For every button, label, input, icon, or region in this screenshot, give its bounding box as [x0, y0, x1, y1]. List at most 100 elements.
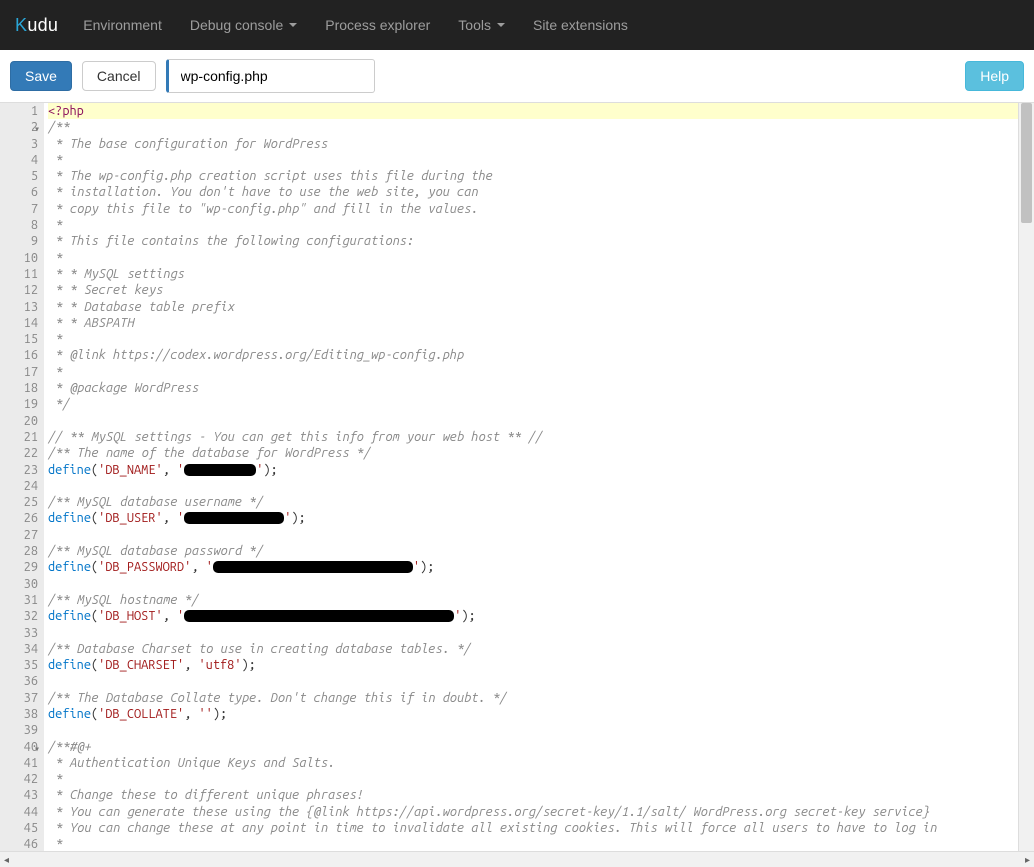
code-line[interactable]: * copy this file to "wp-config.php" and …	[48, 201, 1018, 217]
navbar: Kudu Environment Debug console Process e…	[0, 0, 1034, 50]
token-plain: );	[291, 511, 305, 525]
nav-site-extensions-label: Site extensions	[533, 17, 628, 33]
token-plain: ,	[163, 511, 177, 525]
save-button[interactable]: Save	[10, 61, 72, 91]
token-comment: * The base configuration for WordPress	[48, 137, 327, 151]
token-comment: /** Database Charset to use in creating …	[48, 642, 471, 656]
token-plain: ,	[163, 609, 177, 623]
nav-process-explorer[interactable]: Process explorer	[325, 17, 430, 33]
code-line[interactable]: // ** MySQL settings - You can get this …	[48, 429, 1018, 445]
code-line[interactable]	[48, 527, 1018, 543]
code-line[interactable]: * * Database table prefix	[48, 299, 1018, 315]
code-line[interactable]: * This file contains the following confi…	[48, 233, 1018, 249]
gutter-line: 7	[4, 201, 38, 217]
editor: 12▾3456789101112131415161718192021222324…	[0, 102, 1034, 867]
code-line[interactable]: *	[48, 364, 1018, 380]
code-line[interactable]: * @package WordPress	[48, 380, 1018, 396]
code-line[interactable]: * installation. You don't have to use th…	[48, 184, 1018, 200]
code-line[interactable]: * * ABSPATH	[48, 315, 1018, 331]
gutter-line: 22	[4, 445, 38, 461]
code-line[interactable]: * The base configuration for WordPress	[48, 136, 1018, 152]
code-line[interactable]: */	[48, 396, 1018, 412]
code-line[interactable]: * * Secret keys	[48, 282, 1018, 298]
horizontal-scrollbar[interactable]: ◂ ▸	[0, 851, 1034, 867]
gutter-line: 15	[4, 331, 38, 347]
code-line[interactable]: *	[48, 836, 1018, 851]
code-line[interactable]: *	[48, 217, 1018, 233]
chevron-down-icon	[497, 23, 505, 27]
token-string: 'DB_NAME'	[98, 463, 163, 477]
code-line[interactable]: define('DB_USER', '');	[48, 510, 1018, 526]
code-line[interactable]: <?php	[48, 103, 1018, 119]
code-line[interactable]: /**#@+	[48, 739, 1018, 755]
nav-debug-console[interactable]: Debug console	[190, 17, 297, 33]
code-area[interactable]: <?php/** * The base configuration for Wo…	[44, 103, 1018, 851]
code-line[interactable]: * Authentication Unique Keys and Salts.	[48, 755, 1018, 771]
code-line[interactable]: /** The name of the database for WordPre…	[48, 445, 1018, 461]
code-line[interactable]: * * MySQL settings	[48, 266, 1018, 282]
vertical-scrollbar[interactable]	[1018, 103, 1034, 851]
code-line[interactable]: /** Database Charset to use in creating …	[48, 641, 1018, 657]
code-line[interactable]: /** MySQL database password */	[48, 543, 1018, 559]
code-line[interactable]: * The wp-config.php creation script uses…	[48, 168, 1018, 184]
help-button[interactable]: Help	[965, 61, 1024, 91]
token-comment: *	[48, 772, 62, 786]
nav-tools[interactable]: Tools	[458, 17, 505, 33]
code-line[interactable]: /**	[48, 119, 1018, 135]
gutter-line: 39	[4, 722, 38, 738]
token-comment: /** The name of the database for WordPre…	[48, 446, 370, 460]
token-func: define	[48, 609, 91, 623]
editor-area[interactable]: 12▾3456789101112131415161718192021222324…	[0, 103, 1034, 851]
code-line[interactable]: *	[48, 250, 1018, 266]
token-comment: * Change these to different unique phras…	[48, 788, 363, 802]
code-line[interactable]: define('DB_PASSWORD', '');	[48, 559, 1018, 575]
token-func: define	[48, 560, 91, 574]
token-comment: *	[48, 251, 62, 265]
gutter-line: 3	[4, 136, 38, 152]
filename-input[interactable]	[166, 59, 375, 93]
brand-logo[interactable]: Kudu	[15, 15, 58, 36]
code-line[interactable]: * You can change these at any point in t…	[48, 820, 1018, 836]
nav-site-extensions[interactable]: Site extensions	[533, 17, 628, 33]
scroll-left-icon[interactable]: ◂	[4, 855, 9, 866]
code-line[interactable]: * You can generate these using the {@lin…	[48, 804, 1018, 820]
token-comment: * * MySQL settings	[48, 267, 184, 281]
gutter-line: 44	[4, 804, 38, 820]
code-line[interactable]	[48, 673, 1018, 689]
token-plain: );	[213, 707, 227, 721]
gutter-line: 45	[4, 820, 38, 836]
gutter-line: 33	[4, 625, 38, 641]
gutter-line: 25	[4, 494, 38, 510]
token-plain: ,	[184, 707, 198, 721]
code-line[interactable]	[48, 413, 1018, 429]
code-line[interactable]	[48, 576, 1018, 592]
code-line[interactable]	[48, 478, 1018, 494]
nav-environment[interactable]: Environment	[83, 17, 162, 33]
cancel-button[interactable]: Cancel	[82, 61, 156, 91]
code-line[interactable]: define('DB_CHARSET', 'utf8');	[48, 657, 1018, 673]
token-comment: * installation. You don't have to use th…	[48, 185, 478, 199]
code-line[interactable]: /** MySQL hostname */	[48, 592, 1018, 608]
code-line[interactable]: * @link https://codex.wordpress.org/Edit…	[48, 347, 1018, 363]
token-comment: /**#@+	[48, 740, 91, 754]
code-line[interactable]: * Change these to different unique phras…	[48, 787, 1018, 803]
scroll-right-icon[interactable]: ▸	[1025, 855, 1030, 866]
code-line[interactable]: define('DB_COLLATE', '');	[48, 706, 1018, 722]
gutter-line: 21	[4, 429, 38, 445]
gutter-line: 27	[4, 527, 38, 543]
code-line[interactable]: define('DB_NAME', '');	[48, 462, 1018, 478]
code-line[interactable]: define('DB_HOST', '');	[48, 608, 1018, 624]
code-line[interactable]: *	[48, 771, 1018, 787]
code-line[interactable]	[48, 625, 1018, 641]
code-line[interactable]: /** MySQL database username */	[48, 494, 1018, 510]
vertical-scrollbar-thumb[interactable]	[1021, 103, 1032, 223]
code-line[interactable]: *	[48, 331, 1018, 347]
code-line[interactable]	[48, 722, 1018, 738]
token-string: 'DB_COLLATE'	[98, 707, 184, 721]
code-line[interactable]: /** The Database Collate type. Don't cha…	[48, 690, 1018, 706]
token-func: define	[48, 511, 91, 525]
gutter-line: 6	[4, 184, 38, 200]
redacted-value	[184, 610, 454, 622]
gutter-line: 26	[4, 510, 38, 526]
code-line[interactable]: *	[48, 152, 1018, 168]
